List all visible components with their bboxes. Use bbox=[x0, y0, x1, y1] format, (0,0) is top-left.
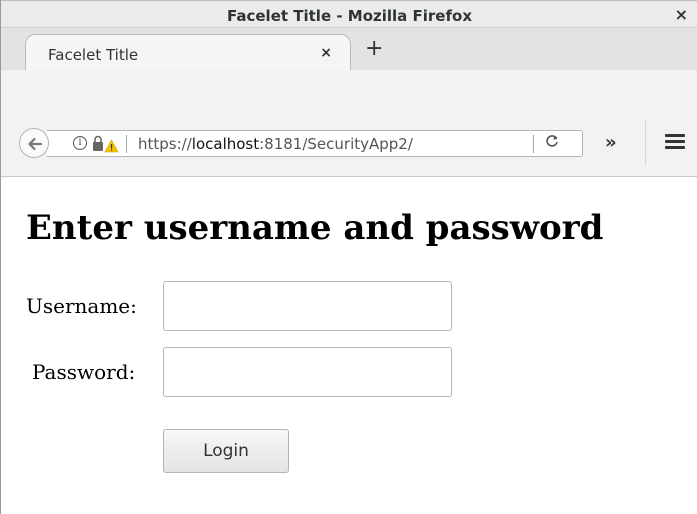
url-path: :8181/SecurityApp2/ bbox=[259, 135, 413, 153]
overflow-chevron-icon[interactable]: » bbox=[605, 132, 617, 153]
url-text[interactable]: https://localhost:8181/SecurityApp2/ bbox=[138, 135, 413, 153]
browser-window: Facelet Title - Mozilla Firefox × Facele… bbox=[0, 0, 697, 514]
password-label: Password: bbox=[32, 360, 136, 384]
tab-close-icon[interactable]: × bbox=[320, 45, 332, 61]
back-button[interactable] bbox=[19, 128, 49, 158]
tab-facelet-title[interactable]: Facelet Title × bbox=[25, 34, 351, 73]
navigation-bar: i https://localhost:8181/SecurityApp2/ » bbox=[1, 70, 697, 177]
page-content: Enter username and password Username: Pa… bbox=[1, 178, 697, 514]
reload-icon[interactable] bbox=[545, 134, 559, 152]
back-arrow-icon bbox=[28, 137, 43, 151]
tab-label: Facelet Title bbox=[48, 46, 139, 64]
login-button[interactable]: Login bbox=[163, 429, 289, 473]
username-label: Username: bbox=[26, 294, 137, 318]
new-tab-plus-icon[interactable]: + bbox=[365, 38, 383, 60]
url-scheme: https:// bbox=[138, 135, 192, 153]
window-close-icon[interactable]: × bbox=[675, 5, 688, 24]
window-title: Facelet Title - Mozilla Firefox bbox=[227, 7, 472, 25]
tab-strip: Facelet Title × + bbox=[1, 27, 697, 73]
url-host: localhost bbox=[191, 135, 260, 153]
address-bar[interactable]: i https://localhost:8181/SecurityApp2/ bbox=[47, 130, 583, 157]
title-bar: Facelet Title - Mozilla Firefox × bbox=[1, 0, 697, 27]
username-input[interactable] bbox=[163, 281, 452, 331]
page-heading: Enter username and password bbox=[26, 208, 604, 248]
info-icon[interactable]: i bbox=[73, 136, 87, 150]
url-separator bbox=[126, 135, 127, 153]
hamburger-menu-icon[interactable] bbox=[665, 134, 685, 150]
insecure-lock-warning-icon[interactable] bbox=[91, 135, 121, 159]
toolbar-separator bbox=[645, 120, 646, 166]
reload-separator bbox=[533, 135, 534, 153]
password-input[interactable] bbox=[163, 347, 452, 397]
